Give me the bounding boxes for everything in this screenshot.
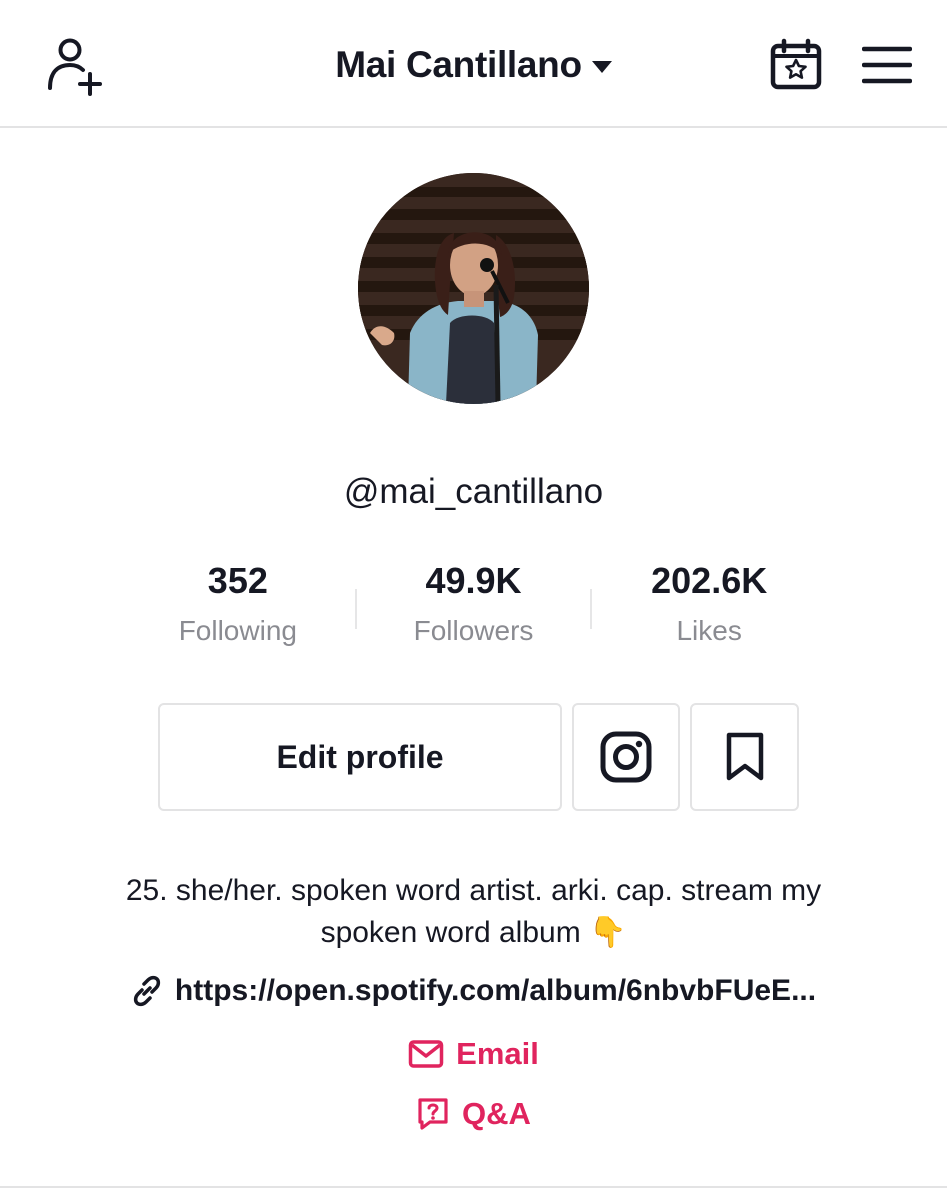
stat-label: Followers	[413, 615, 534, 646]
stat-followers[interactable]: 49.9K Followers	[356, 557, 592, 657]
link-url: https://open.spotify.com/album/6nbvbFUeE…	[174, 974, 817, 1007]
menu-button[interactable]	[856, 40, 918, 90]
profile-stats: 352 Following 49.9K Followers 202.6K Lik…	[120, 557, 827, 657]
stat-value: 49.9K	[425, 560, 522, 601]
instagram-icon	[600, 731, 652, 783]
avatar[interactable]	[358, 173, 589, 404]
stat-divider	[355, 589, 357, 629]
bookmark-icon	[726, 732, 763, 781]
qa-label: Q&A	[462, 1096, 531, 1131]
divider	[0, 1186, 947, 1188]
stat-divider	[590, 589, 592, 629]
stat-value: 352	[207, 560, 268, 601]
profile-link[interactable]: https://open.spotify.com/album/6nbvbFUeE…	[0, 974, 947, 1008]
stat-label: Following	[178, 615, 297, 646]
qa-button[interactable]: Q&A	[0, 1096, 947, 1132]
pointing-down-emoji: 👇	[589, 916, 627, 949]
calendar-button[interactable]	[765, 36, 827, 94]
avatar-photo	[358, 173, 589, 404]
link-icon	[133, 975, 161, 1007]
page-title: Mai Cantillano	[335, 44, 582, 85]
email-label: Email	[456, 1036, 539, 1071]
stat-following[interactable]: 352 Following	[120, 557, 356, 657]
question-chat-icon	[418, 1098, 448, 1130]
email-icon	[408, 1040, 444, 1068]
stat-value: 202.6K	[651, 560, 768, 601]
calendar-star-icon	[770, 38, 822, 90]
hamburger-menu-icon	[862, 46, 912, 84]
edit-profile-label: Edit profile	[276, 738, 444, 775]
bio-text: 25. she/her. spoken word artist. arki. c…	[125, 874, 822, 949]
profile-bio: 25. she/her. spoken word artist. arki. c…	[80, 870, 867, 954]
instagram-button[interactable]	[572, 703, 680, 811]
caret-down-icon	[591, 61, 612, 73]
edit-profile-button[interactable]: Edit profile	[158, 703, 562, 811]
username: @mai_cantillano	[343, 472, 604, 511]
bookmark-button[interactable]	[690, 703, 799, 811]
stat-likes[interactable]: 202.6K Likes	[591, 557, 827, 657]
email-button[interactable]: Email	[0, 1036, 947, 1072]
stat-label: Likes	[676, 615, 742, 646]
top-navigation-bar: Mai Cantillano	[0, 0, 947, 128]
